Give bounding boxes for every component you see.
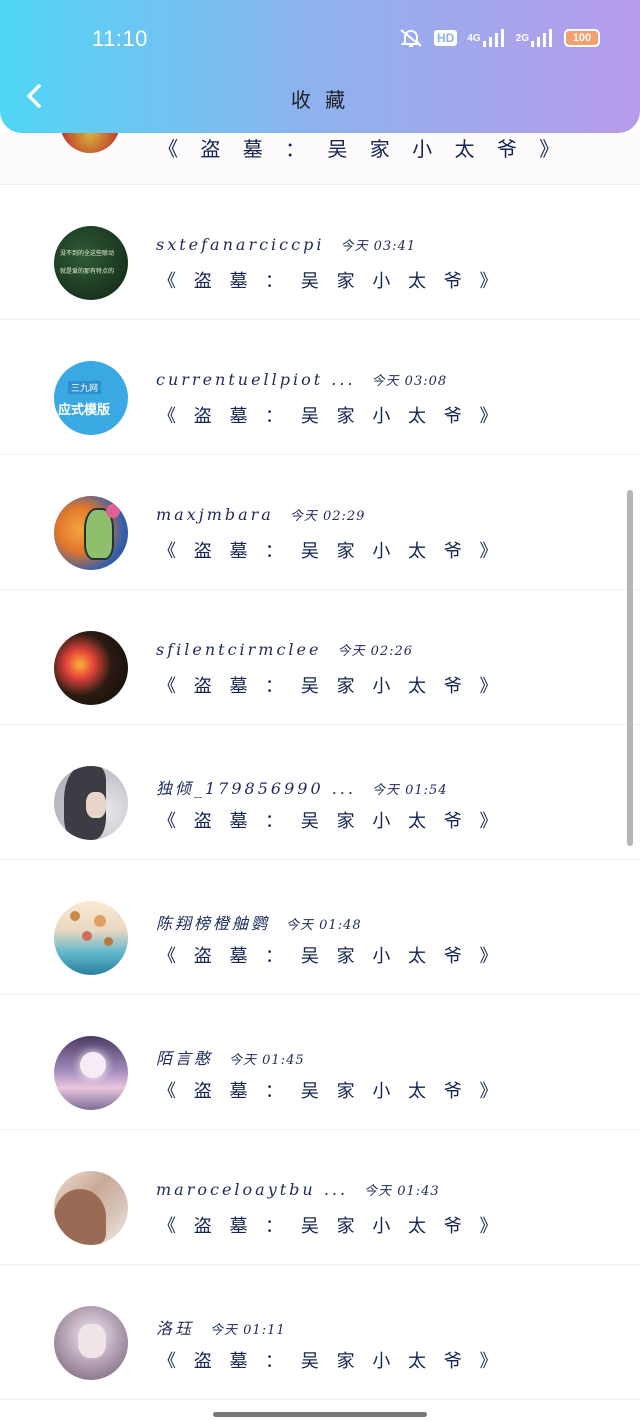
avatar[interactable] [54,631,128,705]
work-title[interactable]: 《 盗 墓 ： 吴 家 小 太 爷 》 [158,1347,504,1373]
avatar[interactable] [54,1036,128,1110]
list-item[interactable]: 三九网 应式模版 currentuellpiot ... 今天 03:08 《 … [0,320,640,455]
item-meta: maroceloaytbu ... 今天 01:43 [156,1180,440,1199]
avatar[interactable] [60,133,120,153]
signal-2g-icon: 2G [516,29,554,47]
avatar-face [78,1324,106,1358]
username[interactable]: currentuellpiot ... [156,370,356,389]
item-meta: 洛珏 今天 01:11 [156,1315,286,1339]
avatar-shell [70,911,80,921]
avatar-flower [106,504,120,518]
username[interactable]: sxtefanarciccpi [156,235,324,254]
item-meta: 独倾_179856990 ... 今天 01:54 [156,775,448,799]
avatar[interactable]: 没不到的全这些联动 就是爱的那有特点的 [54,226,128,300]
page-title: 收 藏 [290,88,350,112]
avatar-shell [104,937,113,946]
avatar[interactable] [54,766,128,840]
timestamp: 今天 01:43 [364,1184,440,1199]
username[interactable]: sfilentcirmclee [156,640,321,659]
timestamp: 今天 03:41 [340,239,417,254]
avatar[interactable] [54,1171,128,1245]
list-item-partial[interactable]: 《 盗 墓 ： 吴 家 小 太 爷 》 [0,133,640,185]
list-item[interactable]: sfilentcirmclee 今天 02:26 《 盗 墓 ： 吴 家 小 太… [0,590,640,725]
avatar-shell [82,931,92,941]
username[interactable]: 陌言憨 [156,1045,213,1069]
timestamp: 今天 02:29 [289,509,366,524]
item-meta: 陈翔榜橙舳鹦 今天 01:48 [156,910,362,934]
list-item[interactable]: maxjmbara 今天 02:29 《 盗 墓 ： 吴 家 小 太 爷 》 [0,455,640,590]
work-title[interactable]: 《 盗 墓 ： 吴 家 小 太 爷 》 [158,402,504,428]
list-item[interactable]: 独倾_179856990 ... 今天 01:54 《 盗 墓 ： 吴 家 小 … [0,725,640,860]
work-title[interactable]: 《 盗 墓 ： 吴 家 小 太 爷 》 [158,672,504,698]
list-item[interactable]: 陈翔榜橙舳鹦 今天 01:48 《 盗 墓 ： 吴 家 小 太 爷 》 [0,860,640,995]
work-title[interactable]: 《 盗 墓 ： 吴 家 小 太 爷 》 [158,807,504,833]
avatar-caption: 就是爱的那有特点的 [60,268,115,275]
net-4g-label: 4G [467,32,481,44]
list-item[interactable]: 陌言憨 今天 01:45 《 盗 墓 ： 吴 家 小 太 爷 》 [0,995,640,1130]
username[interactable]: 洛珏 [156,1315,194,1339]
timestamp: 今天 03:08 [371,374,448,389]
item-meta: maxjmbara 今天 02:29 [156,505,365,524]
status-icons: HD 4G 2G 100 [398,28,600,48]
work-title[interactable]: 《 盗 墓 ： 吴 家 小 太 爷 》 [158,1212,504,1238]
work-title[interactable]: 《 盗 墓 ： 吴 家 小 太 爷 》 [158,537,504,563]
work-title[interactable]: 《 盗 墓 ： 吴 家 小 太 爷 》 [158,1077,504,1103]
avatar-moon [80,1052,106,1078]
battery-icon: 100 [564,29,600,47]
username[interactable]: maroceloaytbu ... [156,1180,348,1199]
avatar[interactable] [54,496,128,570]
username[interactable]: maxjmbara [156,505,274,524]
work-title[interactable]: 《 盗 墓 ： 吴 家 小 太 爷 》 [158,267,504,293]
avatar[interactable]: 三九网 应式模版 [54,361,128,435]
list-item[interactable]: maroceloaytbu ... 今天 01:43 《 盗 墓 ： 吴 家 小… [0,1130,640,1265]
item-meta: currentuellpiot ... 今天 03:08 [156,370,447,389]
avatar-shell [94,915,106,927]
list-item[interactable]: 没不到的全这些联动 就是爱的那有特点的 sxtefanarciccpi 今天 0… [0,185,640,320]
avatar-caption: 三九网 [68,381,102,394]
avatar-face [86,792,106,818]
timestamp: 今天 01:54 [371,783,448,798]
work-title[interactable]: 《 盗 墓 ： 吴 家 小 太 爷 》 [158,942,504,968]
signal-4g-icon: 4G [467,29,505,47]
hd-icon: HD [433,30,458,46]
mute-bell-icon [398,28,424,48]
timestamp: 今天 01:48 [286,918,362,933]
timestamp: 今天 01:11 [210,1323,286,1338]
timestamp: 今天 01:45 [229,1053,305,1068]
scrollbar[interactable] [627,490,633,846]
avatar-caption: 没不到的全这些联动 [60,250,115,257]
avatar[interactable] [54,901,128,975]
username[interactable]: 独倾_179856990 ... [156,775,356,799]
list-item[interactable]: 洛珏 今天 01:11 《 盗 墓 ： 吴 家 小 太 爷 》 [0,1265,640,1400]
home-indicator[interactable] [213,1412,427,1417]
app-header: 11:10 HD 4G 2G 100 收 藏 [0,0,640,133]
item-meta: 陌言憨 今天 01:45 [156,1045,305,1069]
item-meta: sfilentcirmclee 今天 02:26 [156,640,413,659]
net-2g-label: 2G [515,32,529,44]
work-title: 《 盗 墓 ： 吴 家 小 太 爷 》 [158,137,568,161]
username[interactable]: 陈翔榜橙舳鹦 [156,910,270,934]
avatar-figure [54,1189,106,1245]
avatar-caption: 应式模版 [58,403,111,418]
avatar[interactable] [54,1306,128,1380]
favorites-list: 没不到的全这些联动 就是爱的那有特点的 sxtefanarciccpi 今天 0… [0,185,640,1400]
timestamp: 今天 02:26 [337,644,414,659]
status-time: 11:10 [92,26,148,51]
item-meta: sxtefanarciccpi 今天 03:41 [156,235,416,254]
